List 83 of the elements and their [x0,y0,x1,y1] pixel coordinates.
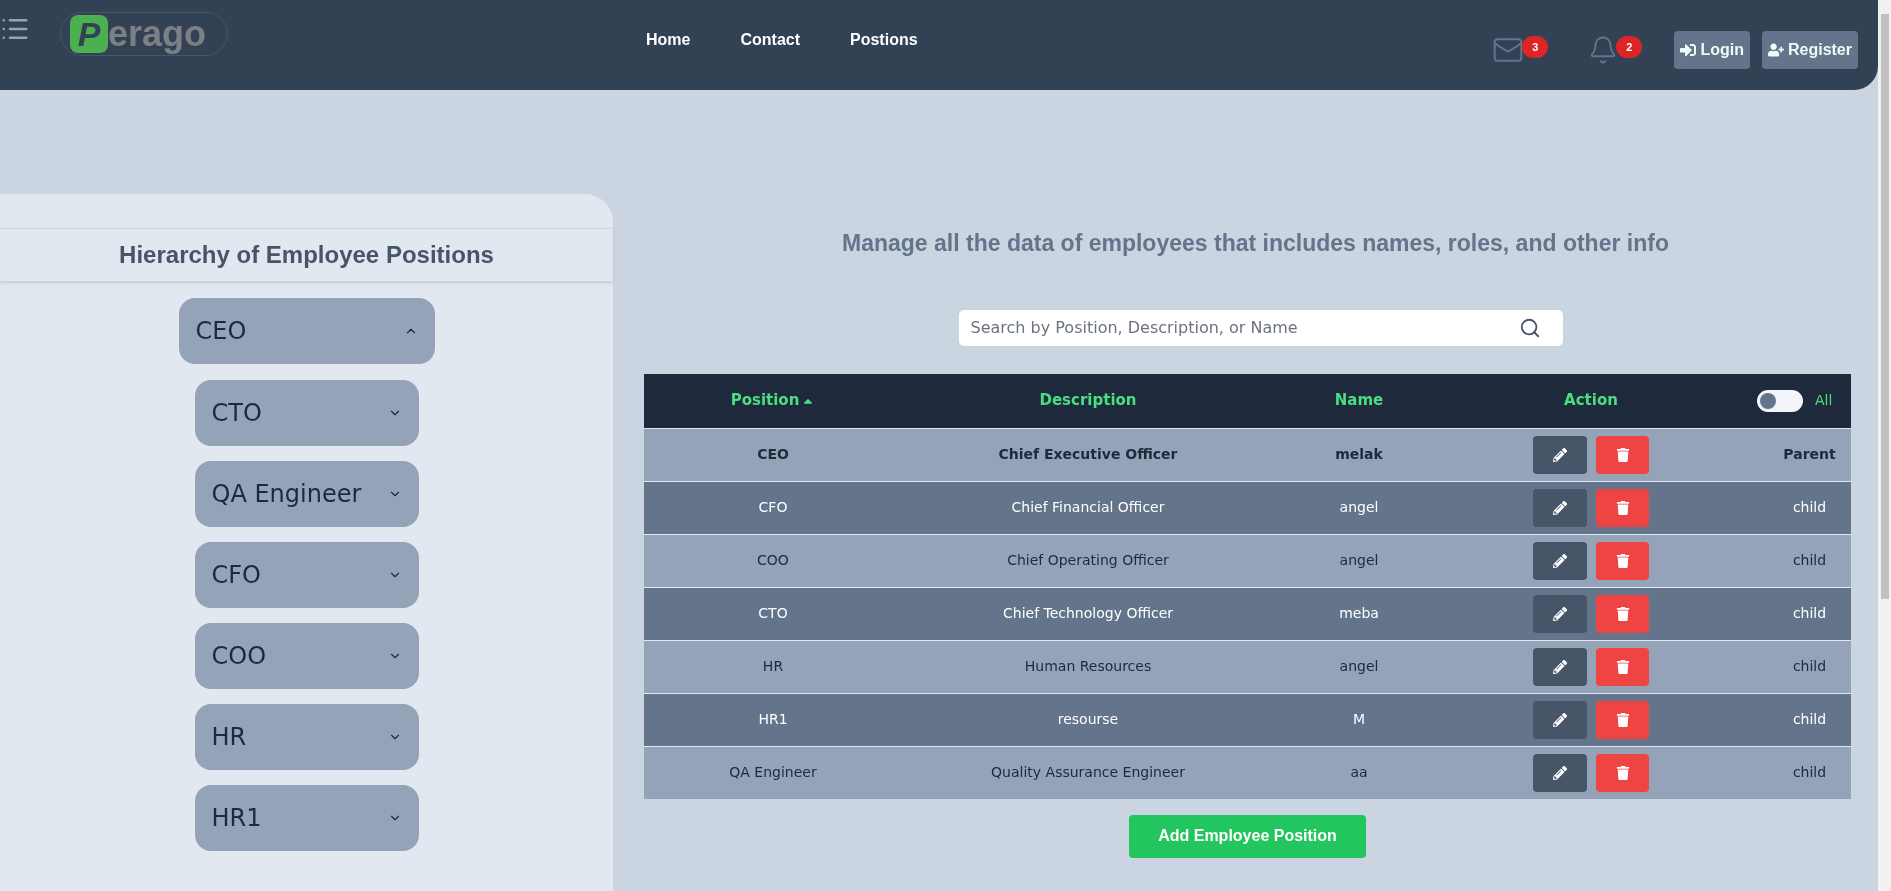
trash-icon [1615,553,1630,568]
table-cell-text: child [1791,604,1828,623]
edit-button[interactable] [1533,753,1587,792]
delete-button[interactable] [1596,488,1649,527]
page-heading: Manage all the data of employees that includes names, roles, and other info [842,229,1669,258]
pencil-icon [1553,712,1567,727]
tree-node[interactable]: CFO [194,542,419,608]
user-plus-icon [1767,42,1784,58]
edit-button[interactable] [1533,488,1587,527]
table-cell-text: CFO [757,498,789,517]
table-cell-text: child [1791,763,1828,782]
tree-node[interactable]: HR1 [194,785,419,851]
trash-icon [1615,606,1630,621]
login-button[interactable]: Login [1674,31,1750,69]
trash-icon [1615,447,1630,462]
register-button[interactable]: Register [1761,31,1858,69]
table-cell-text: HR [761,657,785,676]
trash-icon [1615,659,1630,674]
trash-icon [1615,765,1630,780]
pencil-icon [1553,553,1567,568]
table-cell-text: aa [1349,763,1369,782]
tree-node[interactable]: CTO [194,380,419,446]
table-cell-text: QA Engineer [728,763,818,782]
trash-icon [1615,712,1630,727]
edit-button[interactable] [1533,594,1587,633]
table-cell-text: Human Resources [1023,657,1153,676]
edit-button[interactable] [1533,700,1587,739]
search-field[interactable]: Search by Position, Description, or Name [958,309,1563,346]
table-cell-text: Chief Operating Officer [1006,551,1170,570]
column-header[interactable]: Description [902,389,1274,412]
table-cell-text: Chief Financial Officer [1010,498,1166,517]
table-cell-text: M [1351,710,1367,729]
nav-link[interactable]: Postions [850,28,918,52]
panel-title: Hierarchy of Employee Positions [119,240,494,270]
table-cell-text: COO [756,551,790,570]
tree-node[interactable]: COO [194,623,419,689]
tree-node[interactable]: QA Engineer [194,461,419,527]
tree-node[interactable]: HR [194,704,419,770]
edit-button[interactable] [1533,541,1587,580]
tree-node[interactable]: CEO [178,298,435,364]
nav-link[interactable]: Home [646,28,691,52]
table-cell-text: Parent [1782,445,1837,464]
pencil-icon [1553,500,1567,515]
table-cell-text: child [1791,710,1828,729]
table-cell-text: child [1791,551,1828,570]
table-cell-text: CTO [757,604,789,623]
notification-count-badge: 2 [1616,35,1643,59]
pencil-icon [1553,765,1567,780]
table-cell-text: angel [1338,498,1380,517]
table-cell-text: Chief Executive Officer [997,445,1179,464]
table-cell-text: child [1791,498,1828,517]
trash-icon [1615,500,1630,515]
table-cell-text: Quality Assurance Engineer [990,763,1186,782]
all-toggle[interactable] [1757,389,1803,412]
pencil-icon [1553,659,1567,674]
column-header[interactable]: Position [644,389,902,412]
scrollbar[interactable] [1878,0,1891,891]
mail-count-badge: 3 [1522,35,1549,59]
delete-button[interactable] [1596,647,1649,686]
delete-button[interactable] [1596,435,1649,474]
nav-link[interactable]: Contact [740,28,800,52]
table-cell-text: Chief Technology Officer [1002,604,1174,623]
table-cell-text: angel [1338,551,1380,570]
table-cell-text: resourse [1056,710,1120,729]
delete-button[interactable] [1596,700,1649,739]
delete-button[interactable] [1596,753,1649,792]
toggle-label: All [1815,391,1833,410]
edit-button[interactable] [1533,435,1587,474]
sign-in-icon [1680,42,1697,58]
table-cell-text: HR1 [757,710,789,729]
delete-button[interactable] [1596,541,1649,580]
edit-button[interactable] [1533,647,1587,686]
table-cell-text: CEO [756,445,790,464]
column-header[interactable]: Name [1274,389,1444,412]
table-cell-text: melak [1334,445,1384,464]
table-cell-text: meba [1338,604,1380,623]
table-cell-text: child [1791,657,1828,676]
delete-button[interactable] [1596,594,1649,633]
table-cell-text: angel [1338,657,1380,676]
pencil-icon [1553,447,1567,462]
search-icon[interactable] [1518,316,1541,339]
column-header[interactable]: Action [1444,389,1738,412]
pencil-icon [1553,606,1567,621]
